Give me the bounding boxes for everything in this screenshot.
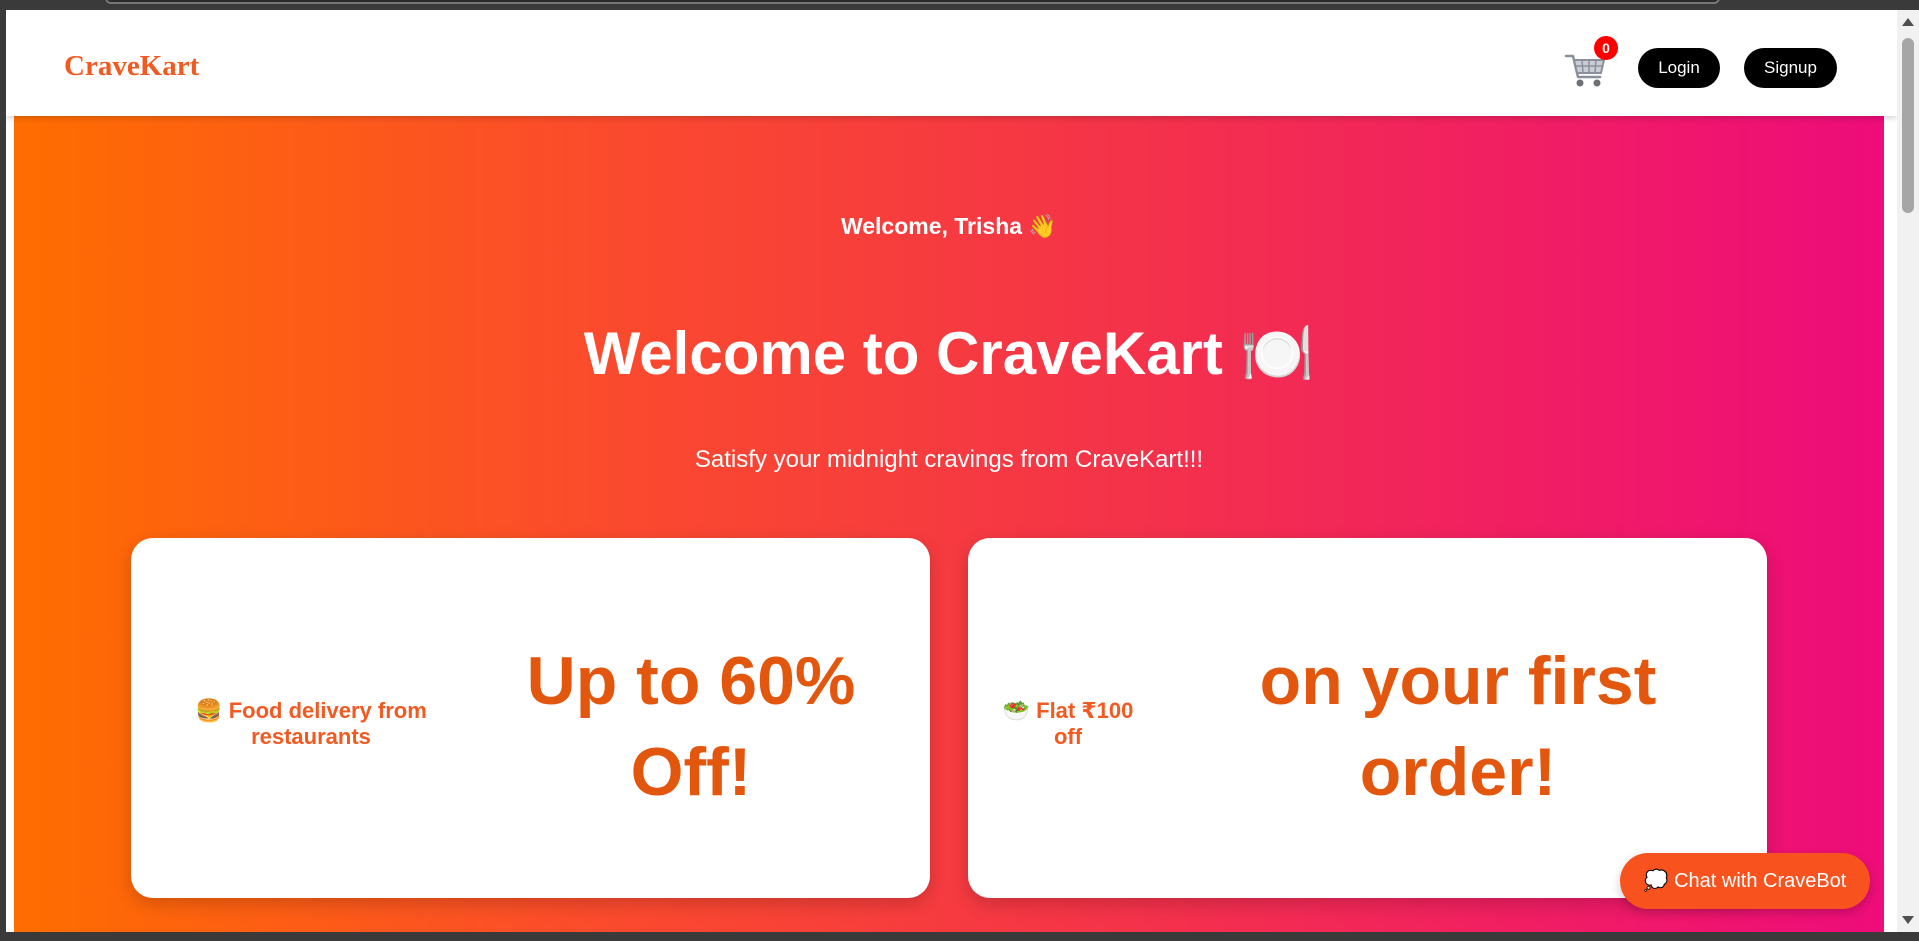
scroll-up-arrow-icon[interactable]	[1902, 18, 1914, 26]
address-bar-edge	[105, 0, 1720, 4]
browser-chrome-top	[0, 0, 1919, 10]
promo-card-label: 🥗 Flat ₹100 off	[1002, 698, 1134, 749]
vertical-scrollbar[interactable]	[1897, 10, 1919, 932]
login-button[interactable]: Login	[1638, 48, 1720, 88]
promo-card-headline: Up to 60% Off!	[526, 643, 856, 810]
promo-card-label: 🍔 Food delivery from restaurants	[195, 698, 427, 749]
welcome-user-text: Welcome, Trisha 👋	[840, 213, 1058, 239]
hero-section: Welcome, Trisha 👋 Welcome to CraveKart 🍽…	[14, 116, 1884, 932]
page-viewport: CraveKart 0 Login Signup Welcome, Trisha…	[6, 10, 1897, 932]
scrollbar-thumb[interactable]	[1902, 38, 1914, 213]
hero-subtitle: Satisfy your midnight cravings from Crav…	[694, 446, 1204, 473]
site-logo[interactable]: CraveKart	[64, 50, 199, 83]
promo-card-headline: on your first order!	[1259, 643, 1657, 810]
promo-card-delivery[interactable]: 🍔 Food delivery from restaurants Up to 6…	[131, 538, 930, 898]
promo-card-first-order[interactable]: 🥗 Flat ₹100 off on your first order!	[968, 538, 1767, 898]
browser-chrome-bottom	[0, 932, 1919, 941]
scroll-down-arrow-icon[interactable]	[1902, 916, 1914, 924]
chat-with-cravebot-button[interactable]: 💭 Chat with CraveBot	[1620, 853, 1870, 909]
cart-count-badge: 0	[1594, 36, 1618, 60]
hero-title: Welcome to CraveKart 🍽️	[583, 320, 1315, 387]
navbar: CraveKart 0 Login Signup	[6, 10, 1897, 116]
signup-button[interactable]: Signup	[1744, 48, 1837, 88]
